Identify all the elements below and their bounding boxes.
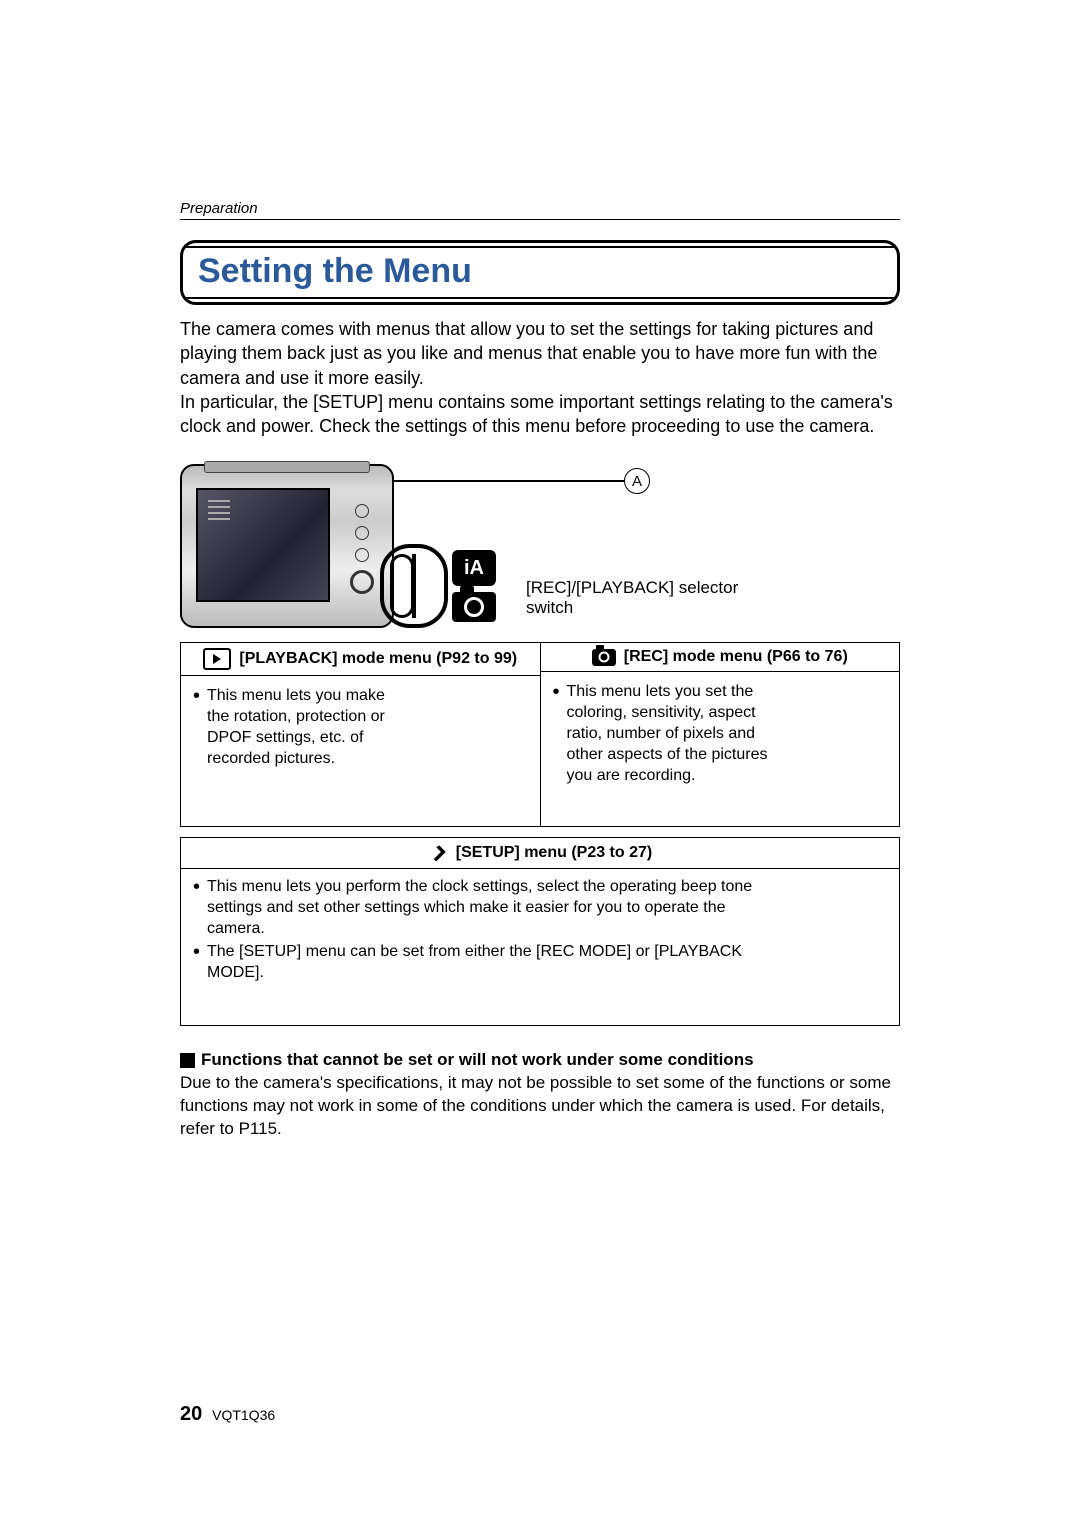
rec-header-text: [REC] mode menu (P66 to 76) bbox=[624, 648, 848, 666]
intro-text: The camera comes with menus that allow y… bbox=[180, 317, 900, 438]
camera-screen bbox=[196, 488, 330, 602]
selector-switch-icon bbox=[380, 544, 448, 628]
setup-bullet-1: This menu lets you perform the clock set… bbox=[193, 877, 762, 939]
modes-table: [PLAYBACK] mode menu (P92 to 99) This me… bbox=[180, 642, 900, 827]
camera-top-edge bbox=[204, 461, 370, 473]
rec-column: [REC] mode menu (P66 to 76) This menu le… bbox=[541, 643, 900, 826]
square-bullet-icon bbox=[180, 1053, 195, 1068]
page-title: Setting the Menu bbox=[198, 252, 882, 291]
rec-mode-icon bbox=[592, 649, 616, 666]
section-header: Preparation bbox=[180, 200, 900, 220]
page-footer: 20 VQT1Q36 bbox=[180, 1403, 275, 1426]
setup-bullet-2: The [SETUP] menu can be set from either … bbox=[193, 942, 762, 984]
playback-bullet: This menu lets you make the rotation, pr… bbox=[193, 686, 397, 769]
callout-line bbox=[394, 480, 624, 482]
wrench-icon bbox=[428, 843, 448, 863]
mode-icon-stack: iA bbox=[452, 550, 496, 622]
setup-box: [SETUP] menu (P23 to 27) This menu lets … bbox=[180, 837, 900, 1026]
diagram-row: A iA [REC]/[PLAYBACK] selector switch bbox=[180, 464, 900, 628]
setup-header-text: [SETUP] menu (P23 to 27) bbox=[456, 844, 652, 862]
doc-code: VQT1Q36 bbox=[212, 1407, 275, 1423]
playback-icon bbox=[203, 648, 231, 670]
rec-body: This menu lets you set the coloring, sen… bbox=[541, 672, 900, 822]
playback-header: [PLAYBACK] mode menu (P92 to 99) bbox=[181, 643, 540, 676]
manual-page: Preparation Setting the Menu The camera … bbox=[0, 0, 1080, 1526]
note-heading-text: Functions that cannot be set or will not… bbox=[201, 1050, 754, 1070]
playback-header-text: [PLAYBACK] mode menu (P92 to 99) bbox=[239, 650, 517, 668]
title-frame: Setting the Menu bbox=[180, 240, 900, 305]
page-number: 20 bbox=[180, 1403, 202, 1425]
setup-header: [SETUP] menu (P23 to 27) bbox=[181, 838, 899, 869]
setup-body: This menu lets you perform the clock set… bbox=[181, 869, 899, 1025]
camera-control-dots bbox=[348, 496, 376, 606]
title-inner: Setting the Menu bbox=[186, 246, 894, 299]
playback-body: This menu lets you make the rotation, pr… bbox=[181, 676, 540, 826]
rec-bullet: This menu lets you set the coloring, sen… bbox=[553, 682, 777, 786]
camera-illustration bbox=[180, 464, 394, 628]
rec-header: [REC] mode menu (P66 to 76) bbox=[541, 643, 900, 672]
note-body: Due to the camera's specifications, it m… bbox=[180, 1072, 900, 1141]
selector-note: [REC]/[PLAYBACK] selector switch bbox=[526, 578, 756, 618]
callout-label-a: A bbox=[624, 468, 650, 494]
ia-mode-icon: iA bbox=[452, 550, 496, 586]
rec-mode-icon bbox=[452, 592, 496, 622]
note-heading: Functions that cannot be set or will not… bbox=[180, 1050, 900, 1070]
playback-column: [PLAYBACK] mode menu (P92 to 99) This me… bbox=[181, 643, 541, 826]
